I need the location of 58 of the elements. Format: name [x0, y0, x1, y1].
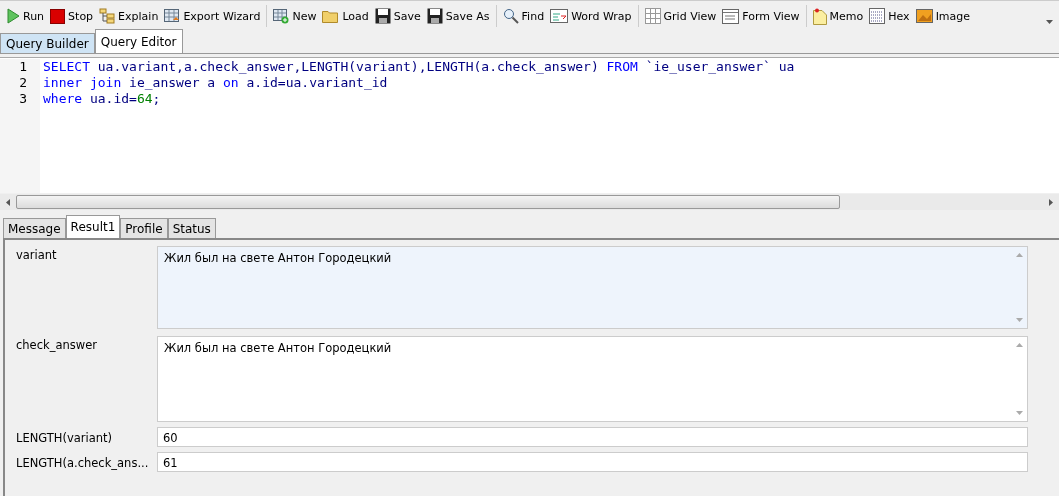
right-arrow-icon[interactable] — [1049, 198, 1053, 206]
field-label: LENGTH(variant) — [15, 430, 114, 445]
toolbar-button[interactable]: Memo — [809, 5, 867, 27]
field-label: LENGTH(a.check_ans... — [15, 455, 150, 470]
code-line: inner join ie_answer a on a.id=ua.variant_id — [43, 75, 389, 91]
wrap-icon — [550, 9, 569, 23]
new-table-icon — [273, 8, 290, 24]
editor-tab[interactable]: Query Editor — [94, 29, 183, 53]
form-icon — [722, 8, 740, 24]
toolbar-button[interactable]: Form View — [719, 6, 803, 26]
search-icon — [502, 8, 519, 24]
up-arrow-icon[interactable] — [1016, 343, 1023, 347]
sql-editor[interactable]: 1 2 3 SELECT ua.variant,a.check_answer,LENGTH(variant),LENGTH(a.check_answer) FROM `ie_user_answer` ua inner join ie_answer a on a.id=ua.variant_id where ua.id=64; — [0, 57, 1059, 193]
toolbar-button[interactable]: Run — [3, 6, 48, 26]
up-arrow-icon[interactable] — [1016, 253, 1023, 257]
code-line: SELECT ua.variant,a.check_answer,LENGTH(variant),LENGTH(a.check_answer) FROM `ie_user_answer` ua — [43, 59, 795, 75]
line-number: 3 — [18, 91, 28, 107]
horizontal-scrollbar[interactable] — [0, 194, 1059, 210]
code-line: where ua.id=64; — [43, 91, 162, 107]
line-number: 2 — [18, 75, 28, 91]
memo-field[interactable]: Жил был на свете Антон Городецкий — [157, 336, 1028, 422]
note-icon — [812, 7, 827, 25]
folder-icon — [322, 9, 340, 23]
result-tab[interactable]: Message — [3, 218, 66, 238]
toolbar-button[interactable]: Find — [499, 6, 548, 26]
result-tab[interactable]: Status — [167, 218, 216, 238]
result-tab[interactable]: Result1 — [65, 215, 121, 238]
input-field[interactable]: 61 — [157, 452, 1028, 472]
toolbar-button[interactable]: Export Wizard — [161, 6, 264, 26]
field-label: check_answer — [15, 337, 98, 352]
editor-tab[interactable]: Query Builder — [0, 33, 95, 53]
down-arrow-icon[interactable] — [1016, 318, 1023, 322]
hierarchy-icon — [99, 8, 116, 24]
input-field[interactable]: 60 — [157, 427, 1028, 447]
toolbar-button[interactable]: Save As — [423, 6, 493, 26]
toolbar-button[interactable]: Hex — [866, 6, 913, 26]
table-export-icon — [164, 8, 181, 24]
toolbar-button[interactable]: Grid View — [641, 6, 720, 26]
toolbar-button[interactable]: Load — [319, 7, 372, 25]
toolbar-button[interactable]: Stop — [47, 6, 97, 26]
image-icon — [915, 9, 933, 23]
left-arrow-icon[interactable] — [6, 198, 10, 206]
field-label: variant — [15, 247, 58, 262]
overflow-caret-icon[interactable] — [1046, 20, 1053, 24]
toolbar-button[interactable]: Save — [371, 6, 424, 26]
toolbar-button[interactable]: Word Wrap — [547, 7, 635, 25]
scrollbar-thumb[interactable] — [16, 195, 840, 209]
toolbar-button[interactable]: Explain — [96, 6, 162, 26]
down-arrow-icon[interactable] — [1016, 411, 1023, 415]
toolbar-button[interactable]: New — [270, 6, 320, 26]
stop-icon — [50, 8, 66, 24]
dot-grid-icon — [869, 8, 886, 24]
result-tab[interactable]: Profile — [120, 218, 168, 238]
line-number: 1 — [18, 59, 28, 75]
toolbar-button[interactable]: Image — [912, 7, 974, 25]
memo-field[interactable]: Жил был на свете Антон Городецкий — [157, 246, 1028, 329]
grid-icon — [644, 8, 661, 24]
play-icon — [6, 8, 20, 24]
